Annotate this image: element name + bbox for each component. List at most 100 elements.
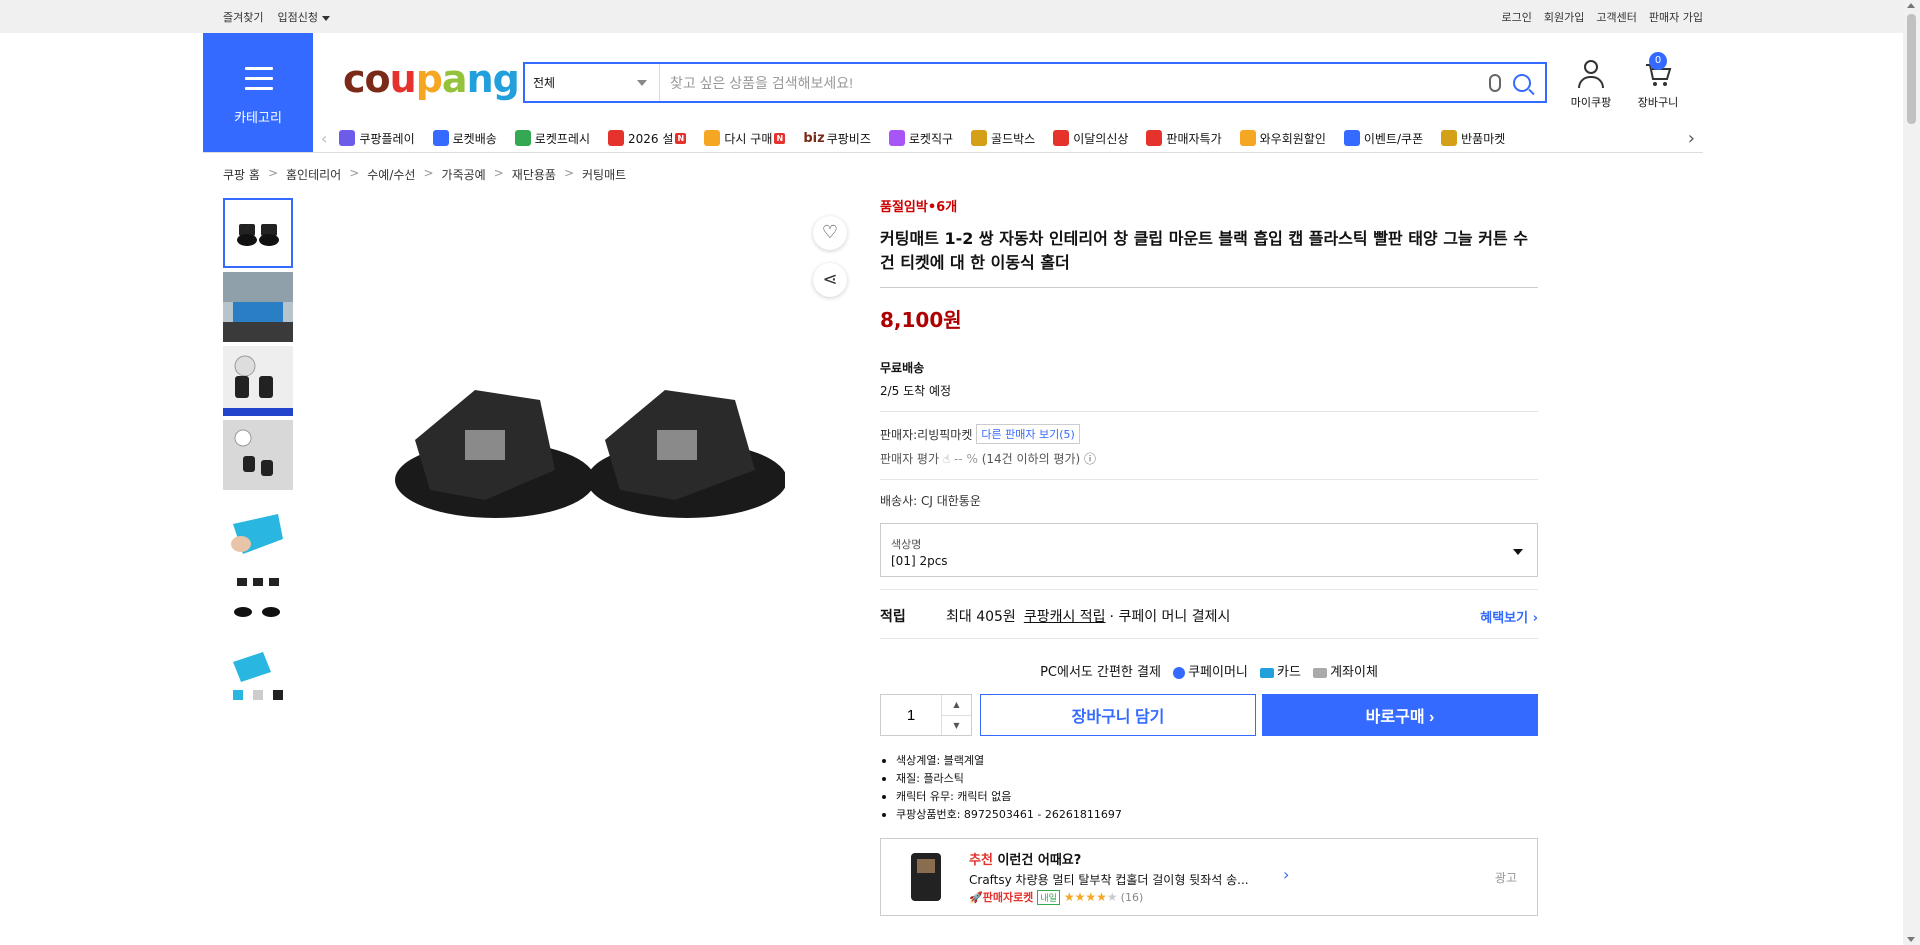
pay-method: 계좌이체: [1330, 665, 1378, 680]
recommendation-card[interactable]: 추천 이런건 어때요? Craftsy 차량용 멀티 탈부착 컵홀더 걸이형 뒷…: [880, 838, 1538, 916]
microphone-icon[interactable]: [1489, 73, 1501, 92]
category-nav-label: 로켓배송: [452, 131, 497, 146]
divider: [880, 638, 1538, 639]
my-coupang-label: 마이쿠팡: [1570, 96, 1612, 109]
share-button[interactable]: ⋖: [813, 263, 847, 297]
chevron-right-icon[interactable]: ›: [1688, 128, 1695, 149]
signup-link[interactable]: 회원가입: [1544, 9, 1584, 25]
chevron-down-icon: [637, 79, 647, 86]
seller-signup-link[interactable]: 판매자 가입: [1649, 9, 1703, 25]
add-to-cart-button[interactable]: 장바구니 담기: [980, 694, 1257, 736]
attribute-item: 재질: 플라스틱: [880, 770, 1538, 788]
category-nav-item[interactable]: 골드박스: [971, 130, 1035, 147]
bookmark-link[interactable]: 즐겨찾기: [223, 9, 263, 25]
seller-rocket-label: 판매자로켓: [982, 891, 1034, 904]
scroll-up-icon[interactable]: [1907, 3, 1915, 8]
new-badge: N: [675, 132, 687, 144]
chevron-right-icon: >: [267, 166, 278, 180]
shipping-title: 무료배송: [880, 361, 925, 375]
my-coupang-button[interactable]: 마이쿠팡: [1561, 60, 1621, 110]
thumbnail-3[interactable]: [223, 346, 293, 416]
chevron-left-icon[interactable]: ‹: [321, 129, 327, 148]
other-sellers-link[interactable]: 다른 판매자 보기(5): [976, 424, 1080, 444]
chevron-down-icon: [321, 15, 330, 21]
thumbnail-7[interactable]: [223, 642, 293, 712]
card-icon: [1260, 667, 1275, 678]
search-category-select[interactable]: 전체: [525, 64, 660, 101]
buy-now-button[interactable]: 바로구매 ›: [1262, 694, 1538, 736]
attribute-item: 캐릭터 유무: 캐릭터 없음: [880, 788, 1538, 806]
category-nav-item[interactable]: 로켓프레시: [514, 130, 590, 147]
quantity-input[interactable]: [881, 695, 941, 735]
cart-count-badge: 0: [1649, 52, 1667, 70]
purchase-row: ▲ ▼ 장바구니 담기 바로구매 ›: [880, 694, 1538, 736]
scroll-down-icon[interactable]: [1907, 937, 1915, 942]
category-nav-item[interactable]: 쿠팡플레이: [339, 130, 415, 147]
category-nav-item[interactable]: 와우회원할인: [1239, 130, 1326, 147]
cart-button[interactable]: 0 장바구니: [1628, 52, 1688, 110]
pc-payment-row: PC에서도 간편한 결제 쿠페이머니 카드 계좌이체: [880, 661, 1538, 680]
recommendation-title-text: 이런건 어때요?: [997, 853, 1082, 868]
thumbnail-4[interactable]: [223, 420, 293, 490]
thumbnail-5[interactable]: [223, 494, 293, 564]
quantity-increase-button[interactable]: ▲: [942, 695, 971, 716]
category-nav-item[interactable]: 이달의신상: [1053, 130, 1128, 147]
search-input[interactable]: [660, 64, 1489, 101]
scrollbar-thumb[interactable]: [1907, 14, 1916, 124]
category-nav-item[interactable]: 반품마켓: [1441, 130, 1505, 147]
breadcrumb-item[interactable]: 수예/수선: [367, 166, 415, 183]
info-icon[interactable]: ⓘ: [1084, 452, 1096, 466]
pc-pay-label: PC에서도 간편한 결제: [1040, 665, 1161, 680]
category-nav-label: 이달의신상: [1073, 131, 1129, 146]
logo-letter: o: [364, 57, 391, 101]
thumbnail-2[interactable]: [223, 272, 293, 342]
seller-name[interactable]: 리빙픽마켓: [917, 426, 972, 443]
tomorrow-badge: 내일: [1037, 889, 1060, 905]
category-nav-item[interactable]: 판매자특가: [1146, 130, 1222, 147]
seller-rocket-badge: 🚀판매자로켓: [969, 891, 1034, 904]
chevron-down-icon: [1513, 549, 1523, 555]
breadcrumb-item[interactable]: 가죽공예: [442, 166, 486, 183]
breadcrumb-item[interactable]: 쿠팡 홈: [223, 166, 260, 183]
heart-icon: ♡: [821, 222, 839, 243]
top-utility-bar: 즐겨찾기 입점신청 로그인 회원가입 고객센터 판매자 가입: [0, 0, 1920, 33]
thumbnail-1[interactable]: [223, 198, 293, 268]
category-nav-label: 반품마켓: [1461, 131, 1506, 146]
seller-apply-link[interactable]: 입점신청: [277, 9, 330, 25]
quantity-decrease-button[interactable]: ▼: [942, 716, 971, 736]
recommendation-image: [905, 849, 947, 905]
category-nav-label: 로켓프레시: [534, 131, 590, 146]
breadcrumb-item[interactable]: 재단용품: [512, 166, 556, 183]
category-nav-item[interactable]: biz 쿠팡비즈: [803, 130, 871, 147]
option-select[interactable]: 색상명 [01] 2pcs: [880, 523, 1538, 577]
customer-center-link[interactable]: 고객센터: [1596, 9, 1636, 25]
coupang-logo[interactable]: coupang: [343, 57, 520, 101]
category-nav-label: 2026 설: [627, 131, 674, 146]
category-nav-label: 쿠팡플레이: [359, 131, 415, 146]
chevron-right-icon[interactable]: ›: [1283, 865, 1289, 884]
breadcrumb-item[interactable]: 홈인테리어: [286, 166, 341, 183]
category-menu-button[interactable]: 카테고리: [203, 33, 313, 153]
coupay-icon: [1173, 666, 1186, 679]
breadcrumb-item[interactable]: 커팅매트: [582, 166, 626, 183]
category-nav-item[interactable]: 로켓직구: [888, 130, 953, 147]
scrollbar[interactable]: [1903, 0, 1920, 945]
wishlist-button[interactable]: ♡: [813, 216, 847, 250]
repeat-icon: [704, 130, 721, 146]
login-link[interactable]: 로그인: [1502, 9, 1532, 25]
rating-value: -- %: [953, 452, 978, 466]
rating-note: (14건 이하의 평가): [981, 452, 1081, 466]
thumbnail-6[interactable]: [223, 568, 293, 638]
ad-label: 광고: [1494, 871, 1517, 885]
wow-icon: [1239, 130, 1256, 146]
coupang-cash-link[interactable]: 쿠팡캐시 적립: [1024, 606, 1106, 626]
logo-letter: a: [441, 57, 468, 101]
category-nav-item[interactable]: 이벤트/쿠폰: [1343, 130, 1423, 147]
category-nav-item[interactable]: 다시 구매 N: [704, 130, 786, 147]
quantity-stepper: ▲ ▼: [880, 694, 972, 736]
category-nav-item[interactable]: 2026 설N: [607, 130, 687, 147]
benefits-link[interactable]: 혜택보기 ›: [1480, 607, 1538, 626]
category-nav-item[interactable]: 로켓배송: [432, 130, 497, 147]
search-icon[interactable]: [1513, 73, 1531, 92]
bank-icon: [1313, 667, 1328, 678]
